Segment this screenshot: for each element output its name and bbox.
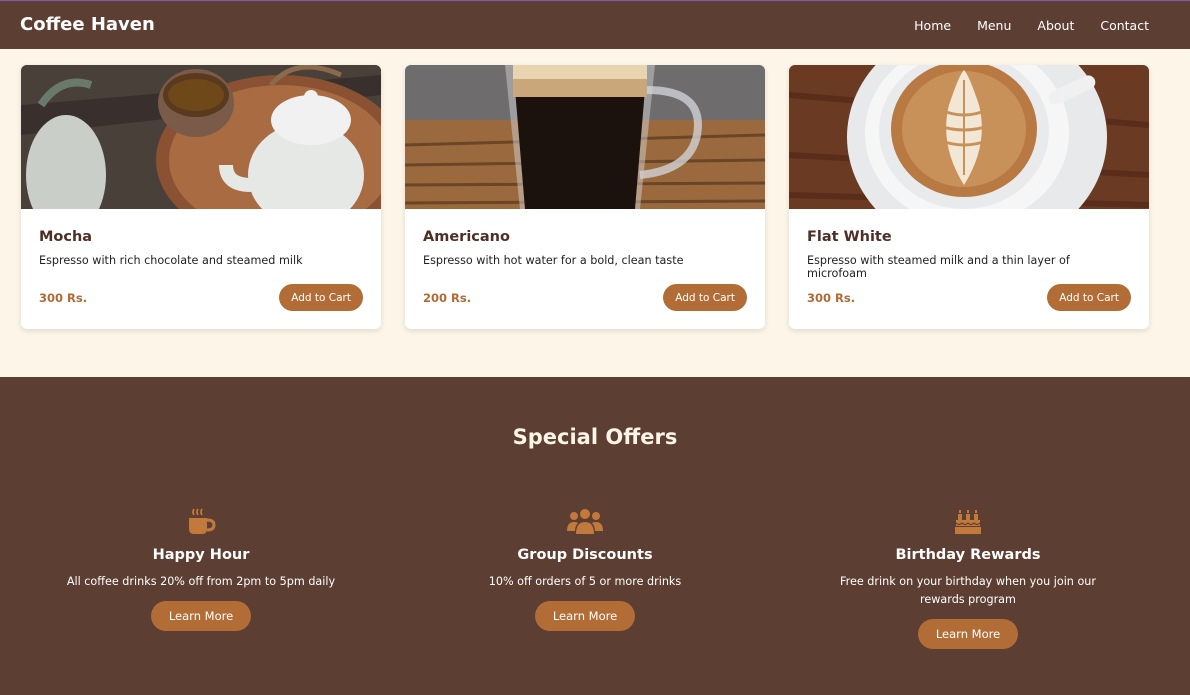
nav-link-about[interactable]: About: [1037, 18, 1074, 33]
add-to-cart-button[interactable]: Add to Cart: [1047, 284, 1131, 311]
learn-more-button[interactable]: Learn More: [150, 601, 252, 631]
product-description: Espresso with rich chocolate and steamed…: [39, 254, 303, 267]
offer-description: All coffee drinks 20% off from 2pm to 5p…: [66, 575, 336, 588]
add-to-cart-button[interactable]: Add to Cart: [663, 284, 747, 311]
product-card-americano: Americano Espresso with hot water for a …: [405, 65, 765, 329]
product-price: 300 Rs.: [39, 291, 88, 305]
product-description: Espresso with steamed milk and a thin la…: [807, 254, 1070, 280]
nav-link-contact[interactable]: Contact: [1100, 18, 1149, 33]
card-body: Mocha Espresso with rich chocolate and s…: [39, 227, 363, 267]
add-to-cart-button[interactable]: Add to Cart: [279, 284, 363, 311]
offer-group-discounts: Group Discounts 10% off orders of 5 or m…: [435, 507, 735, 631]
mocha-image: [21, 65, 381, 209]
product-grid: Mocha Espresso with rich chocolate and s…: [21, 65, 1149, 329]
product-name: Mocha: [39, 229, 93, 245]
card-body: Americano Espresso with hot water for a …: [423, 227, 747, 267]
brand-logo[interactable]: Coffee Haven: [20, 14, 155, 35]
nav-link-menu[interactable]: Menu: [977, 18, 1011, 33]
offer-title: Happy Hour: [152, 547, 250, 563]
learn-more-button[interactable]: Learn More: [534, 601, 636, 631]
americano-image: [405, 65, 765, 209]
product-name: Americano: [423, 229, 510, 245]
learn-more-button[interactable]: Learn More: [917, 619, 1019, 649]
offer-birthday-rewards: Birthday Rewards Free drink on your birt…: [818, 507, 1118, 649]
birthday-cake-icon: [818, 507, 1118, 535]
nav-links: Home Menu About Contact: [914, 18, 1149, 33]
product-price: 300 Rs.: [807, 291, 856, 305]
product-card-mocha: Mocha Espresso with rich chocolate and s…: [21, 65, 381, 329]
offer-description: 10% off orders of 5 or more drinks: [488, 575, 682, 588]
users-group-icon: [435, 507, 735, 535]
product-name: Flat White: [807, 229, 892, 245]
nav-link-home[interactable]: Home: [914, 18, 951, 33]
special-offers-section: Special Offers Happy Hour All coffee dri…: [0, 377, 1190, 695]
section-title: Special Offers: [512, 425, 678, 449]
card-body: Flat White Espresso with steamed milk an…: [807, 227, 1131, 280]
product-card-flat-white: Flat White Espresso with steamed milk an…: [789, 65, 1149, 329]
offer-happy-hour: Happy Hour All coffee drinks 20% off fro…: [51, 507, 351, 631]
offer-title: Group Discounts: [517, 547, 653, 563]
product-description: Espresso with hot water for a bold, clea…: [423, 254, 684, 267]
offer-title: Birthday Rewards: [895, 547, 1041, 563]
navbar: Coffee Haven Home Menu About Contact: [0, 1, 1190, 49]
coffee-cup-icon: [51, 507, 351, 535]
flat-white-image: [789, 65, 1149, 209]
offer-description: Free drink on your birthday when you joi…: [840, 575, 1096, 606]
product-price: 200 Rs.: [423, 291, 472, 305]
